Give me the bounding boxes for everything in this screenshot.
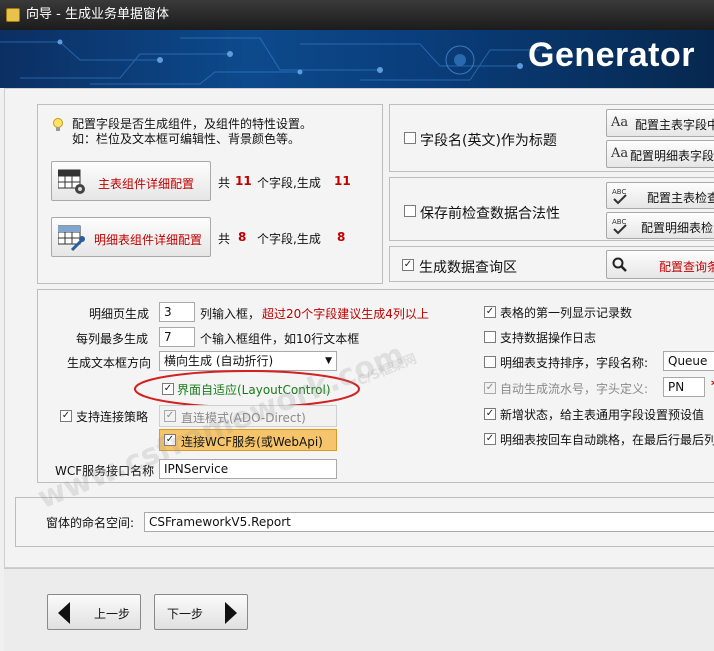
enter-jump-checkbox[interactable] xyxy=(484,433,496,445)
arrow-left-icon xyxy=(58,602,70,624)
config-query-button[interactable]: 配置查询条 xyxy=(606,250,714,279)
detail-page-warning: 超过20个字段建议生成4列以上 xyxy=(262,307,429,321)
max-per-column-label: 每列最多生成 xyxy=(76,332,149,346)
max-per-column-suffix: 个输入框组件，如10行文本框 xyxy=(200,332,360,346)
svg-text:ABC: ABC xyxy=(612,188,626,196)
component-config-group: 配置字段是否生成组件，及组件的特性设置。 如：栏位及文本框可编辑性、背景颜色等。… xyxy=(37,104,383,284)
direct-mode-label: 直连模式(ADO-Direct) xyxy=(181,411,306,425)
wcf-mode-label: 连接WCF服务(或WebApi) xyxy=(181,435,323,449)
operation-log-label: 支持数据操作日志 xyxy=(500,331,597,345)
wcf-mode-option[interactable]: 连接WCF服务(或WebApi) xyxy=(159,429,337,451)
main-panel: 配置字段是否生成组件，及组件的特性设置。 如：栏位及文本框可编辑性、背景颜色等。… xyxy=(4,88,714,568)
config-master-check-button[interactable]: ABC 配置主表检查 xyxy=(606,182,714,209)
wcf-mode-checkbox[interactable] xyxy=(164,434,176,446)
auto-serial-label: 自动生成流水号，字头定义: xyxy=(500,382,649,396)
grid-wrench-icon xyxy=(58,225,85,252)
field-title-group: 字段名(英文)作为标题 Aa 配置主表字段中 Aa 配置明细表字段 xyxy=(389,104,714,172)
validation-group: 保存前检查数据合法性 ABC 配置主表检查 ABC 配置明细表检 xyxy=(389,177,714,241)
auto-serial-prefix-input[interactable]: PN xyxy=(663,377,705,397)
detail-page-label: 明细页生成 xyxy=(89,307,150,321)
prev-step-label: 上一步 xyxy=(94,607,131,621)
master-total-prefix: 共 xyxy=(218,176,231,190)
spellcheck-icon: ABC xyxy=(612,188,627,205)
textbox-direction-value: 横向生成 (自动折行) xyxy=(164,354,274,368)
query-area-group: 生成数据查询区 配置查询条 xyxy=(389,246,714,282)
connection-strategy-checkbox[interactable] xyxy=(60,410,72,422)
connection-strategy-label: 支持连接策略 xyxy=(76,410,149,424)
config-master-field-label: 配置主表字段中 xyxy=(635,118,714,132)
grid-gear-icon xyxy=(58,169,85,194)
generate-query-area-checkbox[interactable] xyxy=(402,259,414,271)
new-state-defaults-checkbox[interactable] xyxy=(484,408,496,420)
master-config-button[interactable]: 主表组件详细配置 xyxy=(51,161,211,201)
lightbulb-icon xyxy=(53,118,63,131)
font-aa-icon: Aa xyxy=(611,115,629,130)
font-aa-icon: Aa xyxy=(611,146,629,161)
config-detail-check-button[interactable]: ABC 配置明细表检 xyxy=(606,212,714,239)
highlight-ellipse xyxy=(134,370,360,408)
master-total-count: 11 xyxy=(235,174,252,188)
direct-mode-checkbox[interactable] xyxy=(164,410,176,422)
detail-sort-field-input[interactable]: Queue xyxy=(663,351,714,371)
detail-page-suffix: 列输入框， xyxy=(200,307,261,321)
generate-query-area-label: 生成数据查询区 xyxy=(419,260,517,276)
hint-line-2: 如：栏位及文本框可编辑性、背景颜色等。 xyxy=(72,132,301,146)
header-banner: Generator xyxy=(0,30,714,88)
app-icon xyxy=(6,8,20,22)
master-middle-text: 个字段,生成 xyxy=(257,176,321,190)
search-icon xyxy=(612,257,627,272)
max-per-column-input[interactable]: 7 xyxy=(159,327,195,347)
detail-generated-count: 8 xyxy=(337,230,346,244)
validate-before-save-checkbox[interactable] xyxy=(404,205,416,217)
show-record-no-label: 表格的第一列显示记录数 xyxy=(500,306,633,320)
namespace-group: 窗体的命名空间: CSFrameworkV5.Report xyxy=(15,497,714,547)
detail-page-columns-input[interactable]: 3 xyxy=(159,302,195,322)
config-master-field-button[interactable]: Aa 配置主表字段中 xyxy=(606,109,714,137)
detail-sort-checkbox[interactable] xyxy=(484,356,496,368)
next-step-label: 下一步 xyxy=(167,607,204,621)
namespace-label: 窗体的命名空间: xyxy=(46,516,135,530)
detail-total-prefix: 共 xyxy=(218,232,231,246)
show-record-no-checkbox[interactable] xyxy=(484,306,496,318)
wcf-interface-label: WCF服务接口名称 xyxy=(55,464,155,478)
detail-config-button[interactable]: 明细表组件详细配置 xyxy=(51,217,211,257)
validate-before-save-label: 保存前检查数据合法性 xyxy=(420,206,560,222)
title-bar: 向导 - 生成业务单据窗体 xyxy=(0,0,714,30)
wcf-interface-input[interactable]: IPNService xyxy=(159,459,337,479)
new-state-defaults-label: 新增状态，给主表通用字段设置预设值 xyxy=(500,408,705,422)
namespace-input[interactable]: CSFrameworkV5.Report xyxy=(144,512,714,532)
auto-serial-checkbox[interactable] xyxy=(484,382,496,394)
detail-middle-text: 个字段,生成 xyxy=(257,232,321,246)
enter-jump-label: 明细表按回车自动跳格，在最后行最后列自 xyxy=(500,433,714,447)
next-step-button[interactable]: 下一步 xyxy=(154,594,248,630)
layout-options-group: 明细页生成 3 列输入框， 超过20个字段建议生成4列以上 每列最多生成 7 个… xyxy=(37,289,714,483)
master-generated-count: 11 xyxy=(334,174,351,188)
spellcheck-icon: ABC xyxy=(612,218,627,235)
config-detail-field-label: 配置明细表字段 xyxy=(630,149,714,163)
footer-bar: 上一步 下一步 xyxy=(4,568,714,651)
config-master-check-label: 配置主表检查 xyxy=(647,191,714,205)
banner-title: Generator xyxy=(528,36,695,74)
svg-text:ABC: ABC xyxy=(612,218,626,226)
detail-total-count: 8 xyxy=(238,230,247,244)
field-name-title-checkbox[interactable] xyxy=(404,132,416,144)
operation-log-checkbox[interactable] xyxy=(484,331,496,343)
window-title: 向导 - 生成业务单据窗体 xyxy=(26,7,169,22)
config-detail-field-button[interactable]: Aa 配置明细表字段 xyxy=(606,140,714,168)
direct-mode-option[interactable]: 直连模式(ADO-Direct) xyxy=(159,405,337,427)
detail-config-label: 明细表组件详细配置 xyxy=(94,233,203,247)
detail-sort-label: 明细表支持排序，字段名称: xyxy=(500,356,649,370)
config-query-label: 配置查询条 xyxy=(659,260,714,274)
config-detail-check-label: 配置明细表检 xyxy=(641,221,714,235)
master-config-label: 主表组件详细配置 xyxy=(98,177,195,191)
arrow-right-icon xyxy=(225,602,237,624)
field-name-title-label: 字段名(英文)作为标题 xyxy=(420,133,557,149)
prev-step-button[interactable]: 上一步 xyxy=(47,594,141,630)
